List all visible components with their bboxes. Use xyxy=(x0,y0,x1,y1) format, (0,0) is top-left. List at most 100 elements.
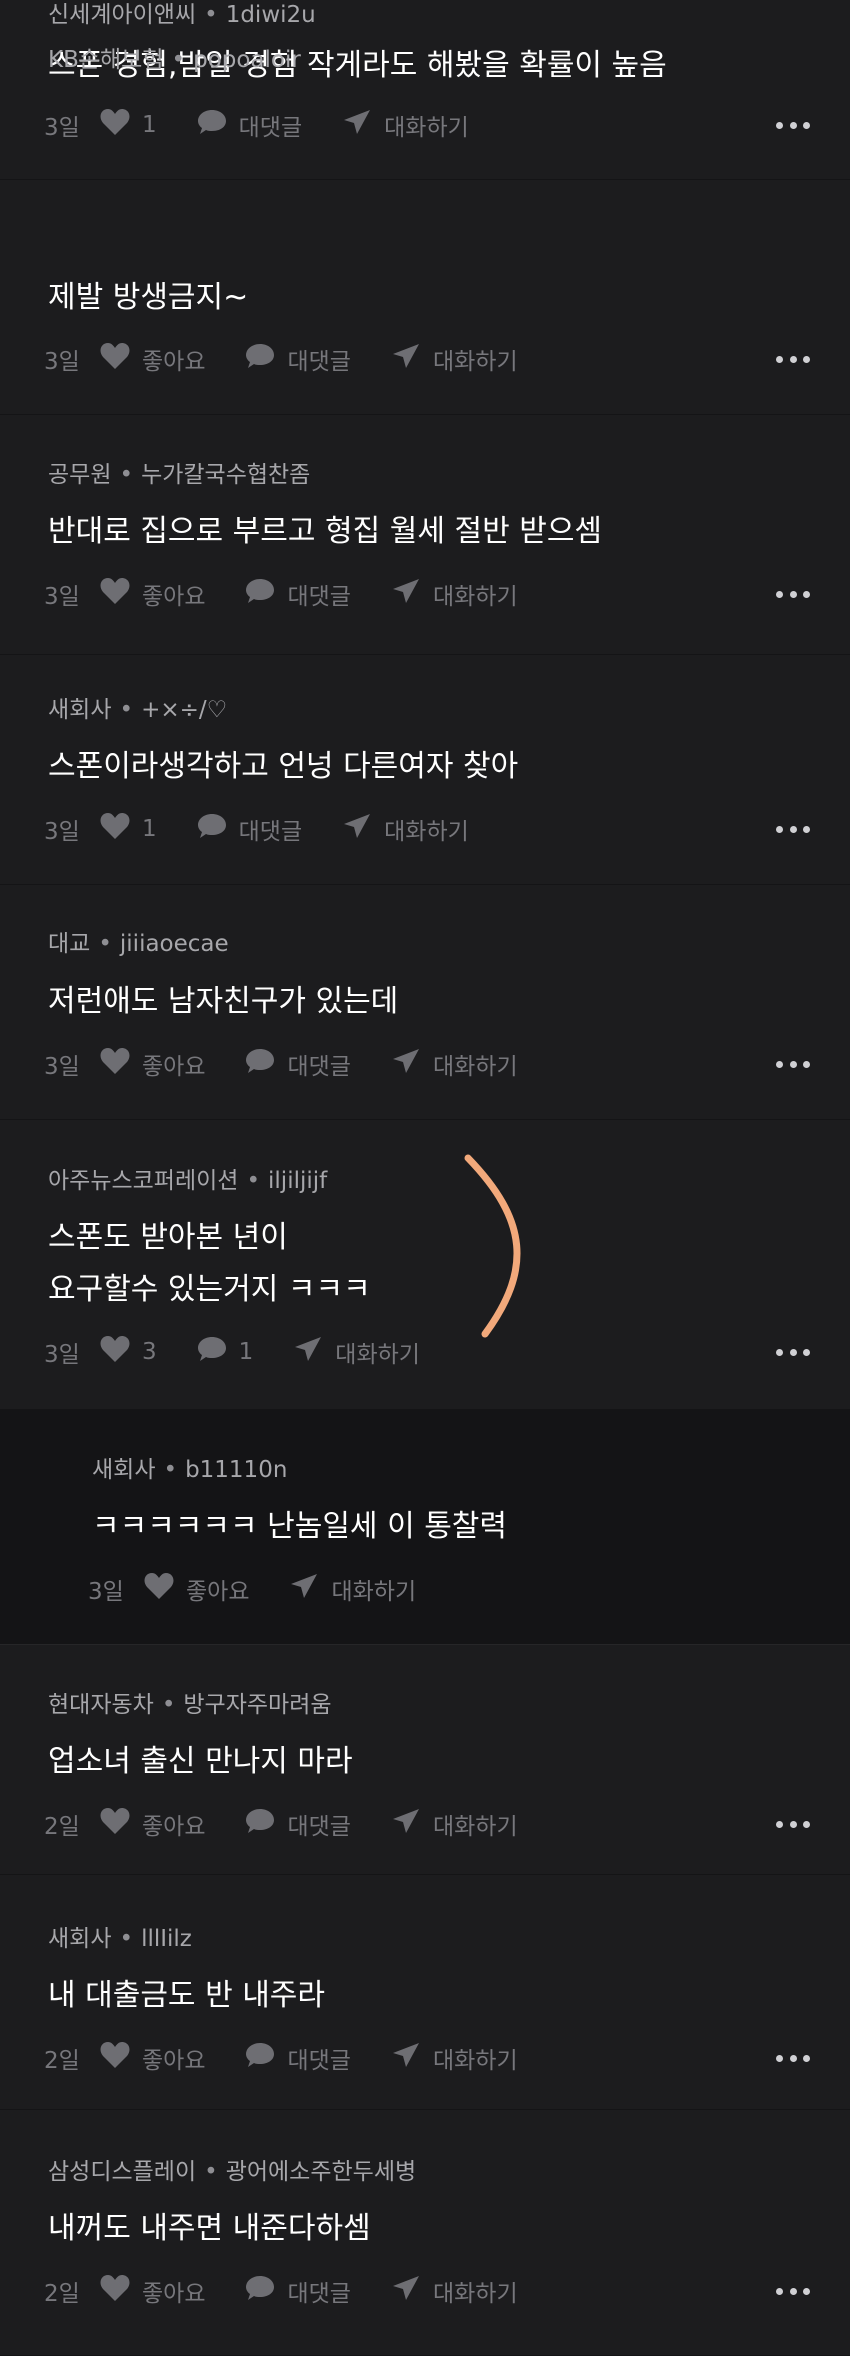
reply-label: 대댓글 xyxy=(287,584,351,610)
company-name: 공무원 xyxy=(48,462,112,488)
comment-author[interactable]: 새회사 • +×÷/♡ xyxy=(48,695,227,725)
like-label: 1 xyxy=(142,816,157,842)
comment-age: 3일 xyxy=(44,1054,80,1080)
like-button[interactable]: 좋아요 xyxy=(100,342,205,376)
comment-author[interactable]: 아주뉴스코퍼레이션 • iljiljijf xyxy=(48,1166,327,1196)
reply-button[interactable]: 대댓글 xyxy=(197,108,302,142)
chat-button[interactable]: 대화하기 xyxy=(293,1335,420,1369)
nickname: +×÷/♡ xyxy=(141,697,228,723)
like-button[interactable]: 좋아요 xyxy=(100,1807,205,1841)
comment-author[interactable]: KB손해보험 • popoaloir xyxy=(48,45,301,75)
comment-text: 스폰이라생각하고 언넝 다른여자 찾아 xyxy=(48,741,518,793)
company-name: 새회사 xyxy=(48,697,112,723)
speech-bubble-icon xyxy=(245,1807,287,1841)
send-icon xyxy=(391,577,433,611)
comment-actions: 3일 좋아요 대댓글 대화하기 xyxy=(44,1047,558,1081)
reply-button[interactable]: 대댓글 xyxy=(245,1807,351,1841)
chat-label: 대화하기 xyxy=(331,1579,417,1605)
more-options-icon[interactable] xyxy=(776,342,810,376)
comment-actions: 3일 좋아요 대화하기 xyxy=(88,1572,456,1606)
like-button[interactable]: 1 xyxy=(100,108,157,142)
comment-author[interactable]: 현대자동차 • 방구자주마려움 xyxy=(48,1690,332,1720)
chat-button[interactable]: 대화하기 xyxy=(391,1807,518,1841)
heart-icon xyxy=(100,1047,142,1081)
chat-button[interactable]: 대화하기 xyxy=(342,812,469,846)
chat-label: 대화하기 xyxy=(384,819,469,845)
reply-comment: 새회사 • b11110n ㅋㅋㅋㅋㅋㅋ 난놈일세 이 통찰력 3일 좋아요 대화하기 xyxy=(0,1410,850,1645)
comment-author[interactable]: 새회사 • lllIilz xyxy=(48,1924,192,1954)
separator-dot: • xyxy=(204,2159,218,2185)
comment-line: 요구할수 있는거지 ㅋㅋㅋ xyxy=(48,1272,371,1307)
reply-button[interactable]: 대댓글 xyxy=(245,577,351,611)
chat-label: 대화하기 xyxy=(432,1814,518,1840)
like-button[interactable]: 좋아요 xyxy=(100,2041,205,2075)
like-label: 좋아요 xyxy=(142,2048,206,2074)
comment-author[interactable]: 삼성디스플레이 • 광어에소주한두세병 xyxy=(48,2157,416,2187)
speech-bubble-icon xyxy=(245,1047,287,1081)
like-label: 좋아요 xyxy=(142,1814,206,1840)
more-options-icon[interactable] xyxy=(776,1335,810,1369)
reply-button[interactable]: 대댓글 xyxy=(197,812,302,846)
company-name: 새회사 xyxy=(48,1926,112,1952)
like-button[interactable]: 3 xyxy=(100,1335,157,1369)
comment-actions: 2일 좋아요 대댓글 대화하기 xyxy=(44,2041,558,2075)
heart-icon xyxy=(100,108,142,142)
comment-text: 반대로 집으로 부르고 형집 월세 절반 받으셈 xyxy=(48,506,602,558)
comment-age: 3일 xyxy=(44,1342,80,1368)
comment-text: 내꺼도 내주면 내준다하셈 xyxy=(48,2203,371,2255)
more-options-icon[interactable] xyxy=(776,1047,810,1081)
reply-button[interactable]: 1 xyxy=(197,1335,253,1369)
more-options-icon[interactable] xyxy=(776,2274,810,2308)
more-options-icon[interactable] xyxy=(776,2041,810,2075)
more-options-icon[interactable] xyxy=(776,577,810,611)
comment-author[interactable]: 새회사 • b11110n xyxy=(92,1455,287,1485)
comment-line: ㅋㅋㅋㅋㅋㅋ 난놈일세 이 통찰력 xyxy=(92,1509,508,1544)
comment-age: 2일 xyxy=(44,1814,80,1840)
company-name: 신세계아이앤씨 xyxy=(48,2,197,28)
chat-button[interactable]: 대화하기 xyxy=(342,108,469,142)
comment-line: 내 대출금도 반 내주라 xyxy=(48,1978,326,2013)
chat-label: 대화하기 xyxy=(432,1054,518,1080)
comment-item: 새회사 • lllIilz 내 대출금도 반 내주라 2일 좋아요 대댓글 대화하기 xyxy=(0,1875,850,2110)
comment-age: 3일 xyxy=(44,819,80,845)
chat-button[interactable]: 대화하기 xyxy=(391,577,518,611)
speech-bubble-icon xyxy=(245,342,287,376)
comment-item: 삼성디스플레이 • 광어에소주한두세병내꺼도 내주면 내준다하셈 2일 좋아요 대댓글 대화… xyxy=(0,2110,850,2356)
reply-button[interactable]: 대댓글 xyxy=(245,2274,351,2308)
reply-button[interactable]: 대댓글 xyxy=(245,1047,351,1081)
comment-actions: 3일 3 1 대화하기 xyxy=(44,1335,460,1369)
reply-button[interactable]: 대댓글 xyxy=(245,342,351,376)
heart-icon xyxy=(100,1807,142,1841)
reply-label: 대댓글 xyxy=(238,115,303,141)
comment-author[interactable]: 대교 • jiiiaoecae xyxy=(48,929,229,959)
like-button[interactable]: 1 xyxy=(100,812,157,846)
chat-button[interactable]: 대화하기 xyxy=(391,1047,518,1081)
like-button[interactable]: 좋아요 xyxy=(100,2274,205,2308)
like-button[interactable]: 좋아요 xyxy=(144,1572,249,1606)
comment-author[interactable]: 신세계아이앤씨 • 1diwi2u xyxy=(48,0,316,30)
nickname: lllIilz xyxy=(141,1926,192,1952)
separator-dot: • xyxy=(119,697,134,723)
reply-button[interactable]: 대댓글 xyxy=(245,2041,351,2075)
more-options-icon[interactable] xyxy=(776,812,810,846)
heart-icon xyxy=(100,812,142,846)
like-label: 1 xyxy=(142,112,157,138)
send-icon xyxy=(391,1047,433,1081)
more-options-icon[interactable] xyxy=(776,108,810,142)
separator-dot: • xyxy=(98,931,112,957)
like-button[interactable]: 좋아요 xyxy=(100,577,205,611)
separator-dot: • xyxy=(204,2,218,28)
heart-icon xyxy=(100,342,142,376)
chat-button[interactable]: 대화하기 xyxy=(391,2274,518,2308)
more-options-icon[interactable] xyxy=(776,1807,810,1841)
comment-author[interactable]: 공무원 • 누가칼국수협찬좀 xyxy=(48,460,310,490)
comment-text: 제발 방생금지~ xyxy=(48,272,248,324)
chat-button[interactable]: 대화하기 xyxy=(289,1572,416,1606)
nickname: popoaloir xyxy=(193,47,301,73)
like-button[interactable]: 좋아요 xyxy=(100,1047,205,1081)
chat-button[interactable]: 대화하기 xyxy=(391,2041,518,2075)
company-name: 새회사 xyxy=(92,1457,156,1483)
comment-age: 2일 xyxy=(44,2281,80,2307)
comment-actions: 3일 1 대댓글 대화하기 xyxy=(44,108,509,142)
chat-button[interactable]: 대화하기 xyxy=(391,342,518,376)
